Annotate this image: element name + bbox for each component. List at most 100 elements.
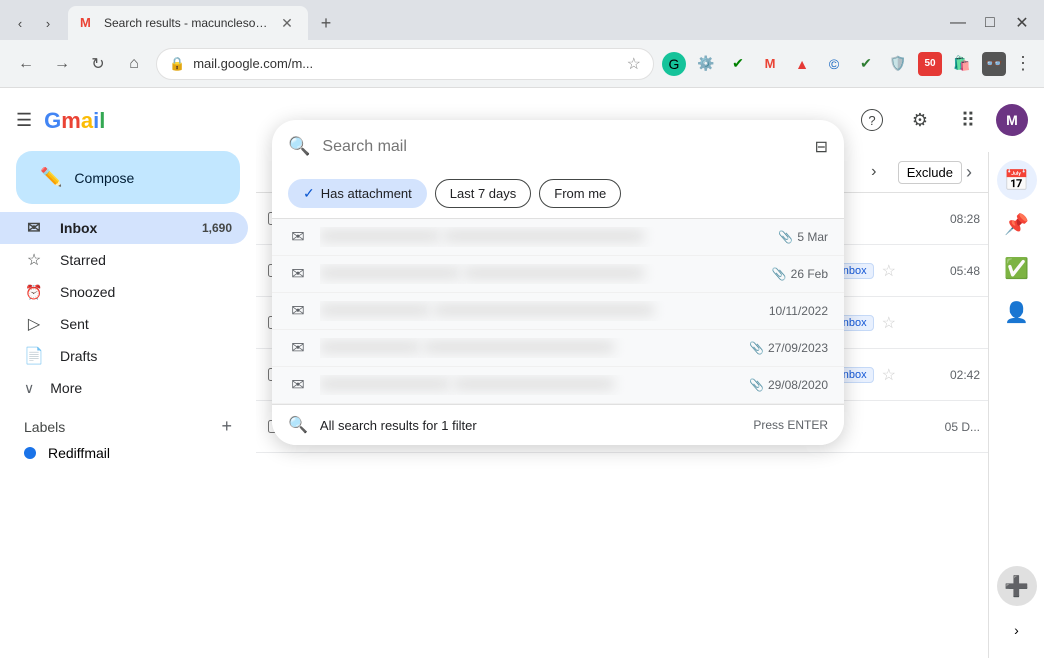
email-meta: 📎 26 Feb [748, 267, 828, 281]
ext-arrow-icon[interactable]: ▲ [790, 52, 814, 76]
home-button[interactable]: ⌂ [120, 50, 148, 78]
settings-button[interactable]: ⚙ [900, 100, 940, 140]
add-label-button[interactable]: + [221, 416, 232, 437]
result-row-4[interactable]: ✉ 📎 27/09/2023 [272, 330, 844, 367]
gmail-logo: Gmail [44, 108, 105, 134]
search-options-button[interactable]: ⊟ [815, 137, 828, 157]
date-cell: 05:48 [900, 264, 980, 278]
ext-check2-icon[interactable]: ✔ [854, 52, 878, 76]
sidebar-item-snoozed[interactable]: ⏰ Snoozed [0, 276, 248, 308]
date-cell: 08:28 [900, 212, 980, 226]
sidebar-item-sent[interactable]: ▷ Sent [0, 308, 248, 340]
email-icon: ✉ [288, 227, 308, 247]
settings-icon: ⚙ [912, 110, 928, 131]
inbox-label: Inbox [60, 220, 186, 236]
result-row-1[interactable]: ✉ 📎 5 Mar [272, 219, 844, 256]
email-results: ✉ 📎 5 Mar ✉ [272, 218, 844, 404]
chip-from-me[interactable]: From me [539, 179, 621, 208]
label-name: Rediffmail [48, 445, 110, 461]
sidebar-item-inbox[interactable]: ✉ Inbox 1,690 [0, 212, 248, 244]
email-sender [320, 341, 420, 353]
hamburger-button[interactable]: ☰ [8, 102, 40, 139]
close-tab-button[interactable]: ✕ [278, 14, 296, 32]
email-sender [320, 230, 440, 242]
search-dropdown: 🔍 ⊟ ✓ Has attachment Last 7 days [272, 120, 844, 445]
result-row-5[interactable]: ✉ 📎 29/08/2020 [272, 367, 844, 404]
refresh-button[interactable]: ↻ [84, 50, 112, 78]
sidebar-item-more[interactable]: ∨ More [0, 372, 256, 404]
ext-avatar-icon[interactable]: 👓 [982, 52, 1006, 76]
back-button[interactable]: ← [12, 50, 40, 78]
calendar-icon[interactable]: 📅 [997, 160, 1037, 200]
search-input[interactable] [322, 138, 802, 156]
new-tab-button[interactable]: + [312, 9, 340, 37]
star-icon[interactable]: ☆ [882, 261, 896, 281]
press-enter-hint: Press ENTER [753, 418, 828, 432]
drafts-label: Drafts [60, 348, 232, 364]
tasks-icon[interactable]: ✅ [997, 248, 1037, 288]
attachment-icon: 📎 [778, 230, 793, 244]
contacts-icon[interactable]: 👤 [997, 292, 1037, 332]
star-icon[interactable]: ☆ [882, 365, 896, 385]
minimize-button[interactable]: — [944, 9, 972, 37]
keep-icon[interactable]: 📌 [997, 204, 1037, 244]
add-apps-icon[interactable]: ➕ [997, 566, 1037, 606]
ext-settings-icon[interactable]: ⚙️ [694, 52, 718, 76]
chip-has-attachment[interactable]: ✓ Has attachment [288, 179, 427, 208]
avatar[interactable]: M [996, 104, 1028, 136]
help-button[interactable]: ? [852, 100, 892, 140]
chip-label: Has attachment [321, 186, 412, 201]
email-date: 27/09/2023 [768, 341, 828, 355]
label-item-rediffmail[interactable]: Rediffmail [16, 441, 240, 465]
help-icon: ? [861, 109, 883, 131]
email-date: 29/08/2020 [768, 378, 828, 392]
chip-last-7-days[interactable]: Last 7 days [435, 179, 532, 208]
compose-button[interactable]: ✏️ Compose [16, 151, 240, 204]
sidebar-item-drafts[interactable]: 📄 Drafts [0, 340, 248, 372]
search-footer[interactable]: 🔍 All search results for 1 filter Press … [272, 404, 844, 445]
compose-label: Compose [74, 170, 134, 186]
expand-icon[interactable]: › [997, 610, 1037, 650]
ext-bag-icon[interactable]: 🛍️ [950, 52, 974, 76]
star-icon[interactable]: ☆ [882, 313, 896, 333]
chip-label: From me [554, 186, 606, 201]
email-date: 5 Mar [797, 230, 828, 244]
chevron-right-button[interactable]: › [966, 162, 972, 183]
email-meta: 📎 5 Mar [748, 230, 828, 244]
bookmark-button[interactable]: ☆ [627, 54, 641, 74]
email-sender [320, 304, 430, 316]
maximize-button[interactable]: □ [976, 9, 1004, 37]
ext-shield-icon[interactable]: 🛡️ [886, 52, 910, 76]
ext-red-icon[interactable]: 50 [918, 52, 942, 76]
close-window-button[interactable]: ✕ [1008, 9, 1036, 37]
result-row-3[interactable]: ✉ 10/11/2022 [272, 293, 844, 330]
right-panel: 📅 📌 ✅ 👤 ➕ › [988, 152, 1044, 658]
ext-copyright-icon[interactable]: © [822, 52, 846, 76]
email-content [320, 375, 736, 395]
tab-favicon: M [80, 15, 96, 31]
search-input-row: 🔍 ⊟ [272, 132, 844, 169]
date-cell: 05 D... [900, 420, 980, 434]
filter-chips: ✓ Has attachment Last 7 days From me [272, 169, 844, 218]
ext-grammarly-icon[interactable]: G [662, 52, 686, 76]
drafts-icon: 📄 [24, 346, 44, 366]
browser-more-button[interactable]: ⋮ [1014, 53, 1032, 74]
tab-back-button[interactable]: ‹ [8, 11, 32, 35]
url-bar[interactable]: 🔒 mail.google.com/m... ☆ [156, 48, 654, 80]
ext-check-icon[interactable]: ✔ [726, 52, 750, 76]
snoozed-label: Snoozed [60, 284, 232, 300]
url-text: mail.google.com/m... [193, 56, 618, 71]
tab-forward-button[interactable]: › [36, 11, 60, 35]
apps-button[interactable]: ⠿ [948, 100, 988, 140]
email-content [320, 227, 736, 247]
search-icon: 🔍 [288, 136, 310, 157]
header-actions: ? ⚙ ⠿ M [852, 100, 1028, 140]
ext-gmail-icon[interactable]: M [758, 52, 782, 76]
active-tab[interactable]: M Search results - macunclesoft@ ✕ [68, 6, 308, 40]
next-page-button[interactable]: › [858, 156, 890, 188]
email-meta: 📎 29/08/2020 [748, 378, 828, 392]
sidebar-item-starred[interactable]: ☆ Starred [0, 244, 248, 276]
result-row-2[interactable]: ✉ 📎 26 Feb [272, 256, 844, 293]
forward-button[interactable]: → [48, 50, 76, 78]
email-sender [320, 267, 460, 279]
